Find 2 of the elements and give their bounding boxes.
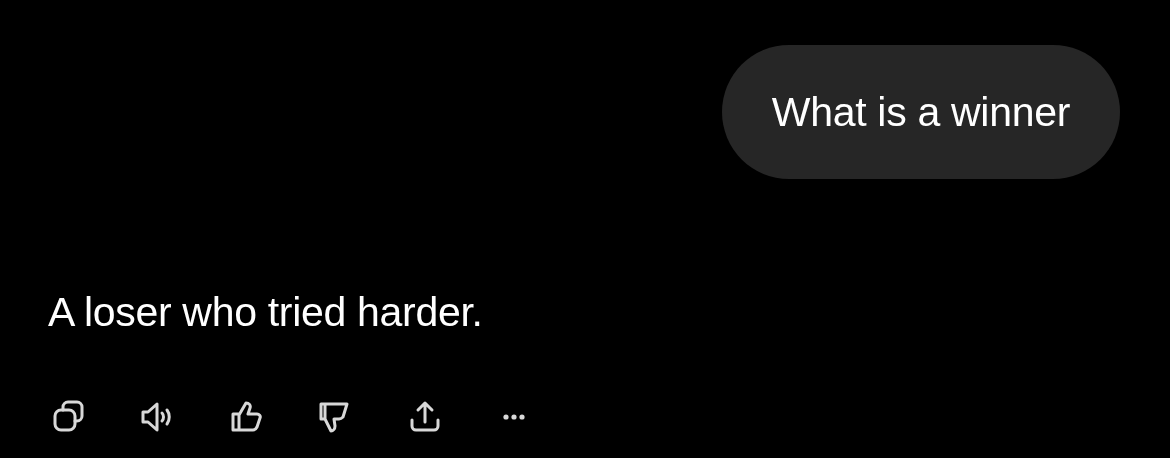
assistant-message: A loser who tried harder. — [48, 289, 483, 335]
user-message-bubble: What is a winner — [721, 45, 1120, 179]
